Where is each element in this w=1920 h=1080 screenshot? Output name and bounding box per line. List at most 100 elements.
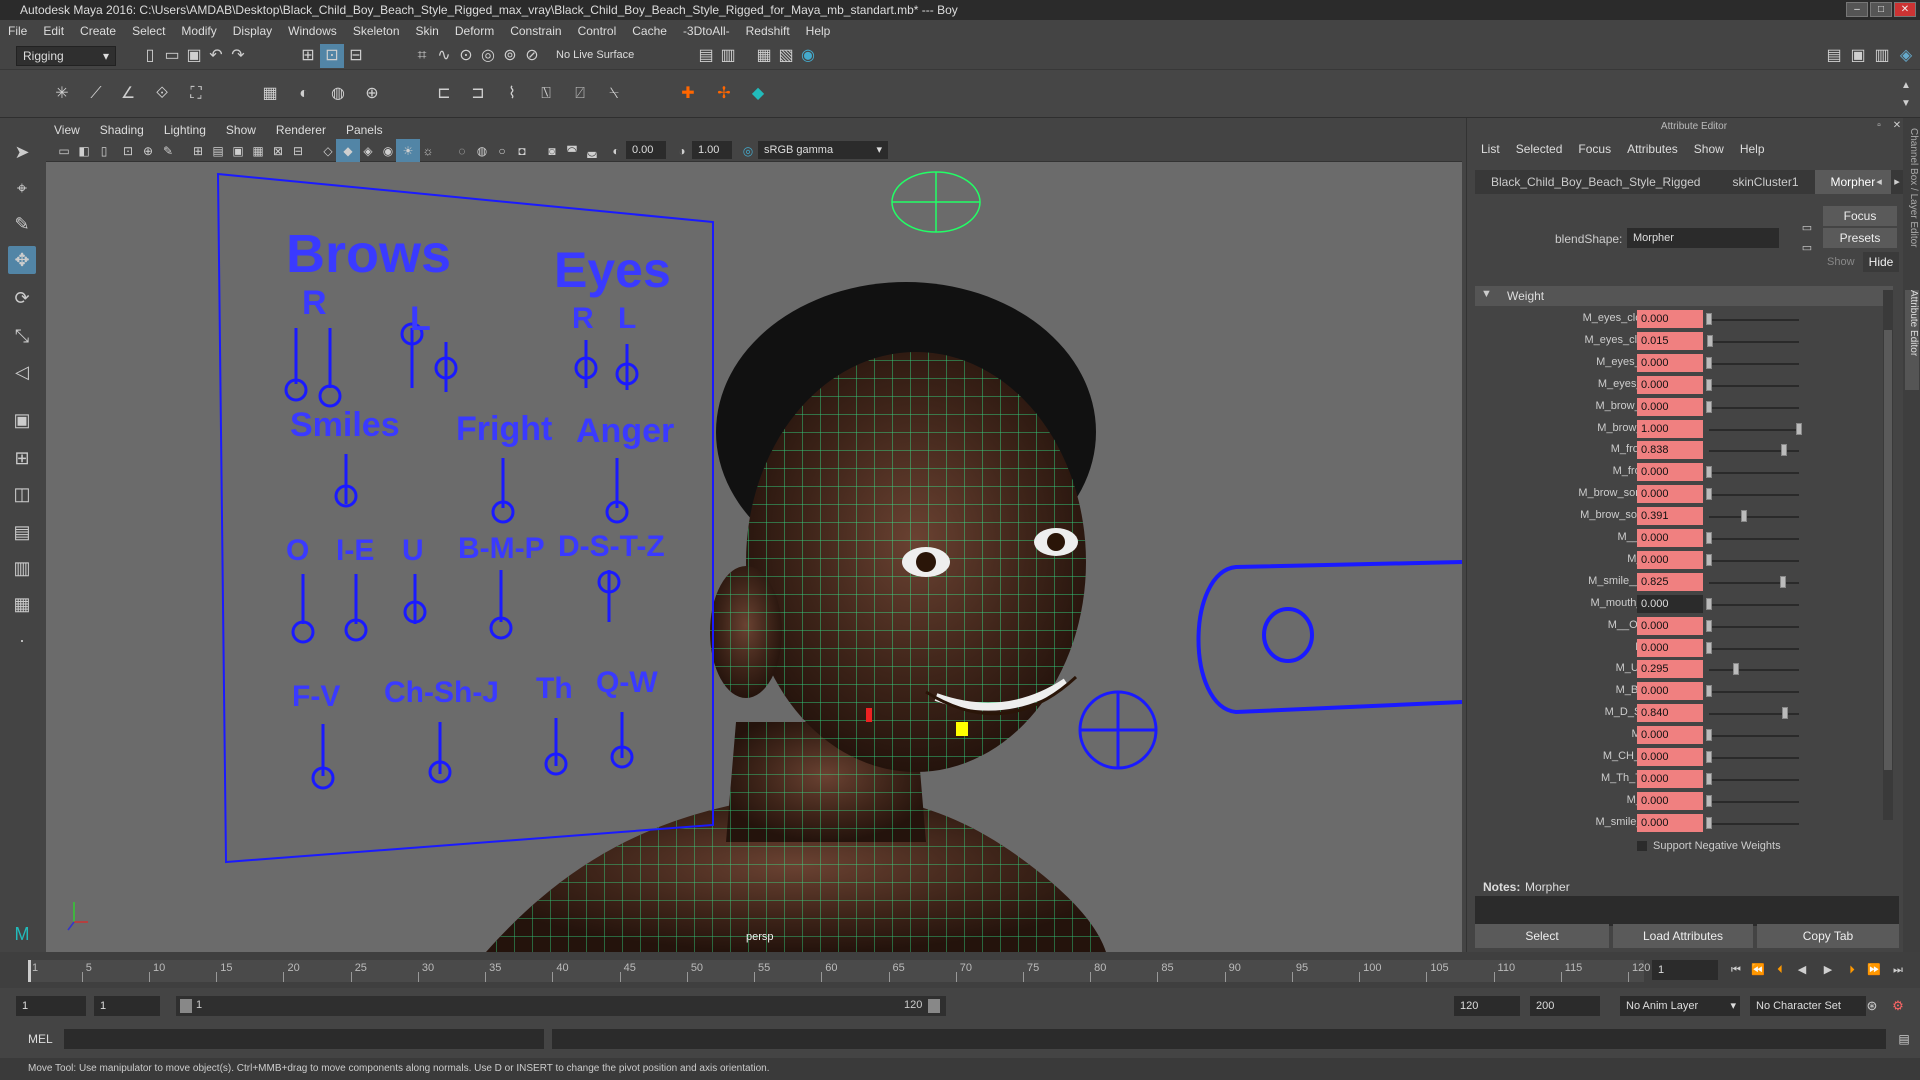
rotate-tool-icon[interactable]: ⟳	[8, 284, 36, 312]
weight-slider-handle[interactable]	[1706, 772, 1712, 785]
hik-icon[interactable]: ⛶	[184, 82, 208, 106]
weight-slider-handle[interactable]	[1796, 422, 1802, 435]
ik-spline-icon[interactable]: ∠	[116, 82, 140, 106]
interactive-bind-icon[interactable]: ◐	[292, 82, 316, 106]
ae-menu-help[interactable]: Help	[1740, 142, 1765, 156]
paint-select-icon[interactable]: ✎	[8, 210, 36, 238]
prev-key-icon[interactable]: ⏴	[1768, 958, 1792, 982]
tab-skincluster1[interactable]: skinCluster1	[1716, 170, 1814, 194]
perspective-viewport[interactable]: Brows Eyes R L R L Smiles Fright Anger O…	[46, 162, 1462, 952]
menu-deform[interactable]: Deform	[455, 24, 494, 38]
weight-value-field[interactable]: 0.000	[1637, 638, 1703, 657]
weight-section-header[interactable]: ▼ Weight	[1475, 286, 1893, 306]
weight-value-field[interactable]: 0.000	[1637, 397, 1703, 416]
menu-windows[interactable]: Windows	[288, 24, 337, 38]
weight-value-field[interactable]: 0.000	[1637, 791, 1703, 810]
weight-value-field[interactable]: 0.000	[1637, 353, 1703, 372]
shelf-scroll-down-icon[interactable]: ▼	[1894, 92, 1918, 116]
weight-value-field[interactable]: 0.825	[1637, 572, 1703, 591]
menu-redshift[interactable]: Redshift	[746, 24, 790, 38]
script-editor-icon[interactable]: ▤	[1892, 1027, 1916, 1051]
step-back-icon[interactable]: ⏪	[1746, 958, 1770, 982]
viewport-menu-lighting[interactable]: Lighting	[164, 123, 206, 137]
menu-help[interactable]: Help	[806, 24, 831, 38]
snap-point-icon[interactable]: ⊙	[454, 44, 478, 68]
colorspace-dropdown[interactable]: sRGB gamma ▾	[758, 141, 888, 159]
weight-value-field[interactable]: 1.000	[1637, 419, 1703, 438]
weight-slider-handle[interactable]	[1706, 466, 1712, 479]
hide-button[interactable]: Hide	[1863, 252, 1899, 272]
tab-black-child-boy-beach-style-rigged[interactable]: Black_Child_Boy_Beach_Style_Rigged	[1475, 170, 1716, 194]
weight-slider-track[interactable]	[1709, 362, 1799, 365]
weight-value-field[interactable]: 0.000	[1637, 616, 1703, 635]
weight-slider-track[interactable]	[1709, 669, 1799, 672]
mouth-control[interactable]	[956, 722, 968, 736]
weight-slider-track[interactable]	[1709, 822, 1799, 825]
last-tool-icon[interactable]: ◁	[8, 358, 36, 386]
weight-value-field[interactable]: 0.000	[1637, 682, 1703, 701]
menu-skeleton[interactable]: Skeleton	[353, 24, 400, 38]
save-scene-icon[interactable]: ▣	[182, 44, 206, 68]
workspace-icon-2[interactable]: ▣	[1846, 44, 1870, 68]
command-input[interactable]	[64, 1029, 544, 1049]
bookmark-icon[interactable]: ▯	[92, 139, 116, 163]
weight-slider-handle[interactable]	[1706, 378, 1712, 391]
scale-tool-icon[interactable]: ⤡	[8, 322, 36, 350]
menu-skin[interactable]: Skin	[416, 24, 439, 38]
menu-file[interactable]: File	[8, 24, 27, 38]
softmod-icon[interactable]: ⍀	[602, 82, 626, 106]
weight-value-field[interactable]: 0.838	[1637, 441, 1703, 460]
safe-action-icon[interactable]: ⊟	[286, 139, 310, 163]
parent-constraint-icon[interactable]: ✢	[712, 82, 736, 106]
go-to-start-icon[interactable]: ⏮	[1724, 958, 1748, 982]
eye-target-control[interactable]	[1196, 560, 1463, 715]
joint-tool-icon[interactable]: ✳	[50, 82, 74, 106]
layout-persp-icon[interactable]: ▦	[8, 590, 36, 618]
locator-icon[interactable]: ✚	[676, 82, 700, 106]
range-start-handle[interactable]	[180, 999, 192, 1013]
playback-end-field[interactable]: 120	[1454, 996, 1520, 1016]
ae-menu-attributes[interactable]: Attributes	[1627, 142, 1678, 156]
auto-key-icon[interactable]: ⊛	[1860, 994, 1884, 1018]
move-tool-icon[interactable]: ✥	[8, 246, 36, 274]
weight-value-field[interactable]: 0.015	[1637, 331, 1703, 350]
wrap-icon[interactable]: ⊐	[466, 82, 490, 106]
viewport-menu-panels[interactable]: Panels	[346, 123, 383, 137]
weight-value-field[interactable]: 0.000	[1637, 485, 1703, 504]
play-back-icon[interactable]: ◀	[1790, 958, 1814, 982]
snap-view-icon[interactable]: ◎	[476, 44, 500, 68]
weight-slider-track[interactable]	[1709, 406, 1799, 409]
weight-value-field[interactable]: 0.000	[1637, 463, 1703, 482]
weight-value-field[interactable]: 0.391	[1637, 507, 1703, 526]
open-scene-icon[interactable]: ▭	[160, 44, 184, 68]
shadows-icon[interactable]: ☼	[416, 139, 440, 163]
menu-constrain[interactable]: Constrain	[510, 24, 561, 38]
weight-slider-track[interactable]	[1709, 691, 1799, 694]
channel-box-tab[interactable]: Channel Box / Layer Editor	[1905, 128, 1919, 278]
anim-end-field[interactable]: 200	[1530, 996, 1600, 1016]
weight-slider-handle[interactable]	[1741, 510, 1748, 523]
wire-icon[interactable]: ⌇	[500, 82, 524, 106]
lattice-icon[interactable]: ⊕	[360, 82, 384, 106]
workspace-icon-4[interactable]: ◈	[1894, 44, 1918, 68]
weight-slider-track[interactable]	[1709, 800, 1799, 803]
next-key-icon[interactable]: ⏵	[1840, 958, 1864, 982]
render-view-icon[interactable]: ▤	[694, 44, 718, 68]
weight-slider-track[interactable]	[1709, 538, 1799, 540]
weight-slider-handle[interactable]	[1781, 444, 1788, 457]
viewport-menu-show[interactable]: Show	[226, 123, 256, 137]
weight-value-field[interactable]: 0.295	[1637, 660, 1703, 679]
ik-handle-icon[interactable]: ⟋	[84, 82, 108, 106]
weight-slider-handle[interactable]	[1706, 488, 1712, 501]
redo-icon[interactable]: ↷	[226, 44, 250, 68]
menu-control[interactable]: Control	[578, 24, 617, 38]
weight-slider-handle[interactable]	[1706, 356, 1712, 369]
anim-layer-dropdown[interactable]: No Anim Layer ▾	[1620, 996, 1740, 1016]
workspace-icon-1[interactable]: ▤	[1822, 44, 1846, 68]
weight-value-field[interactable]: 0.000	[1637, 813, 1703, 832]
snap-curve-icon[interactable]: ∿	[432, 44, 456, 68]
show-button[interactable]: Show	[1827, 256, 1855, 268]
ae-menu-selected[interactable]: Selected	[1516, 142, 1563, 156]
attribute-editor-tab[interactable]: Attribute Editor	[1905, 290, 1919, 390]
weight-slider-track[interactable]	[1709, 384, 1799, 387]
